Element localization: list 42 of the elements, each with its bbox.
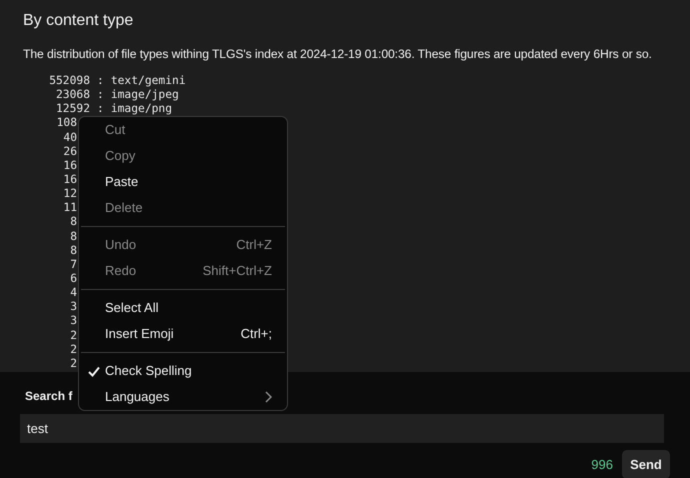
count: 552098 [49,74,90,88]
menu-item[interactable]: Select All [79,295,287,321]
count: 6 [70,272,77,286]
count: 16 [63,158,77,173]
menu-item[interactable]: Check Spelling [79,358,287,384]
count: 4 [70,286,77,300]
shortcut: Ctrl+Z [236,236,272,254]
count: 3 [70,314,77,329]
menu-item[interactable]: Insert Emoji Ctrl+; [79,321,287,347]
count: 2 [70,342,77,357]
count: 16 [63,172,77,188]
count: 11 [63,201,77,216]
section-heading: By content type [23,12,134,29]
field-label: Search f [25,389,72,403]
count: 8 [70,230,77,244]
count: 26 [63,144,77,159]
count: 8 [70,244,77,258]
search-field[interactable]: test [20,414,664,443]
content-type: image/jpeg [110,88,179,102]
count: 12592 [56,102,90,116]
shortcut: Shift+Ctrl+Z [202,262,272,280]
count: 8 [70,215,77,230]
count: 40 [63,130,77,145]
colon: : [96,88,105,102]
menu-item[interactable]: Paste [79,169,287,195]
count: 2 [70,328,77,343]
count: 3 [70,300,77,314]
character-count: 996 [591,456,613,474]
shortcut: Ctrl+; [240,325,272,344]
chevron-right-icon [265,391,272,403]
content-type: image/png [110,102,172,116]
count: 7 [70,258,77,272]
send-button[interactable]: Send [622,450,670,478]
description: The distribution of file types withing TLGS's index at 2024-12-19 01:00:36. These figures are updated every 6Hrs or so. [23,47,652,61]
colon: : [96,102,105,116]
count: 2 [70,356,77,371]
menu-item[interactable]: Languages [79,384,287,410]
count: 23068 [56,88,90,102]
colon: : [96,74,105,88]
count: 12 [63,187,77,202]
content-type: text/gemini [110,74,186,88]
count: 108 [56,116,77,131]
